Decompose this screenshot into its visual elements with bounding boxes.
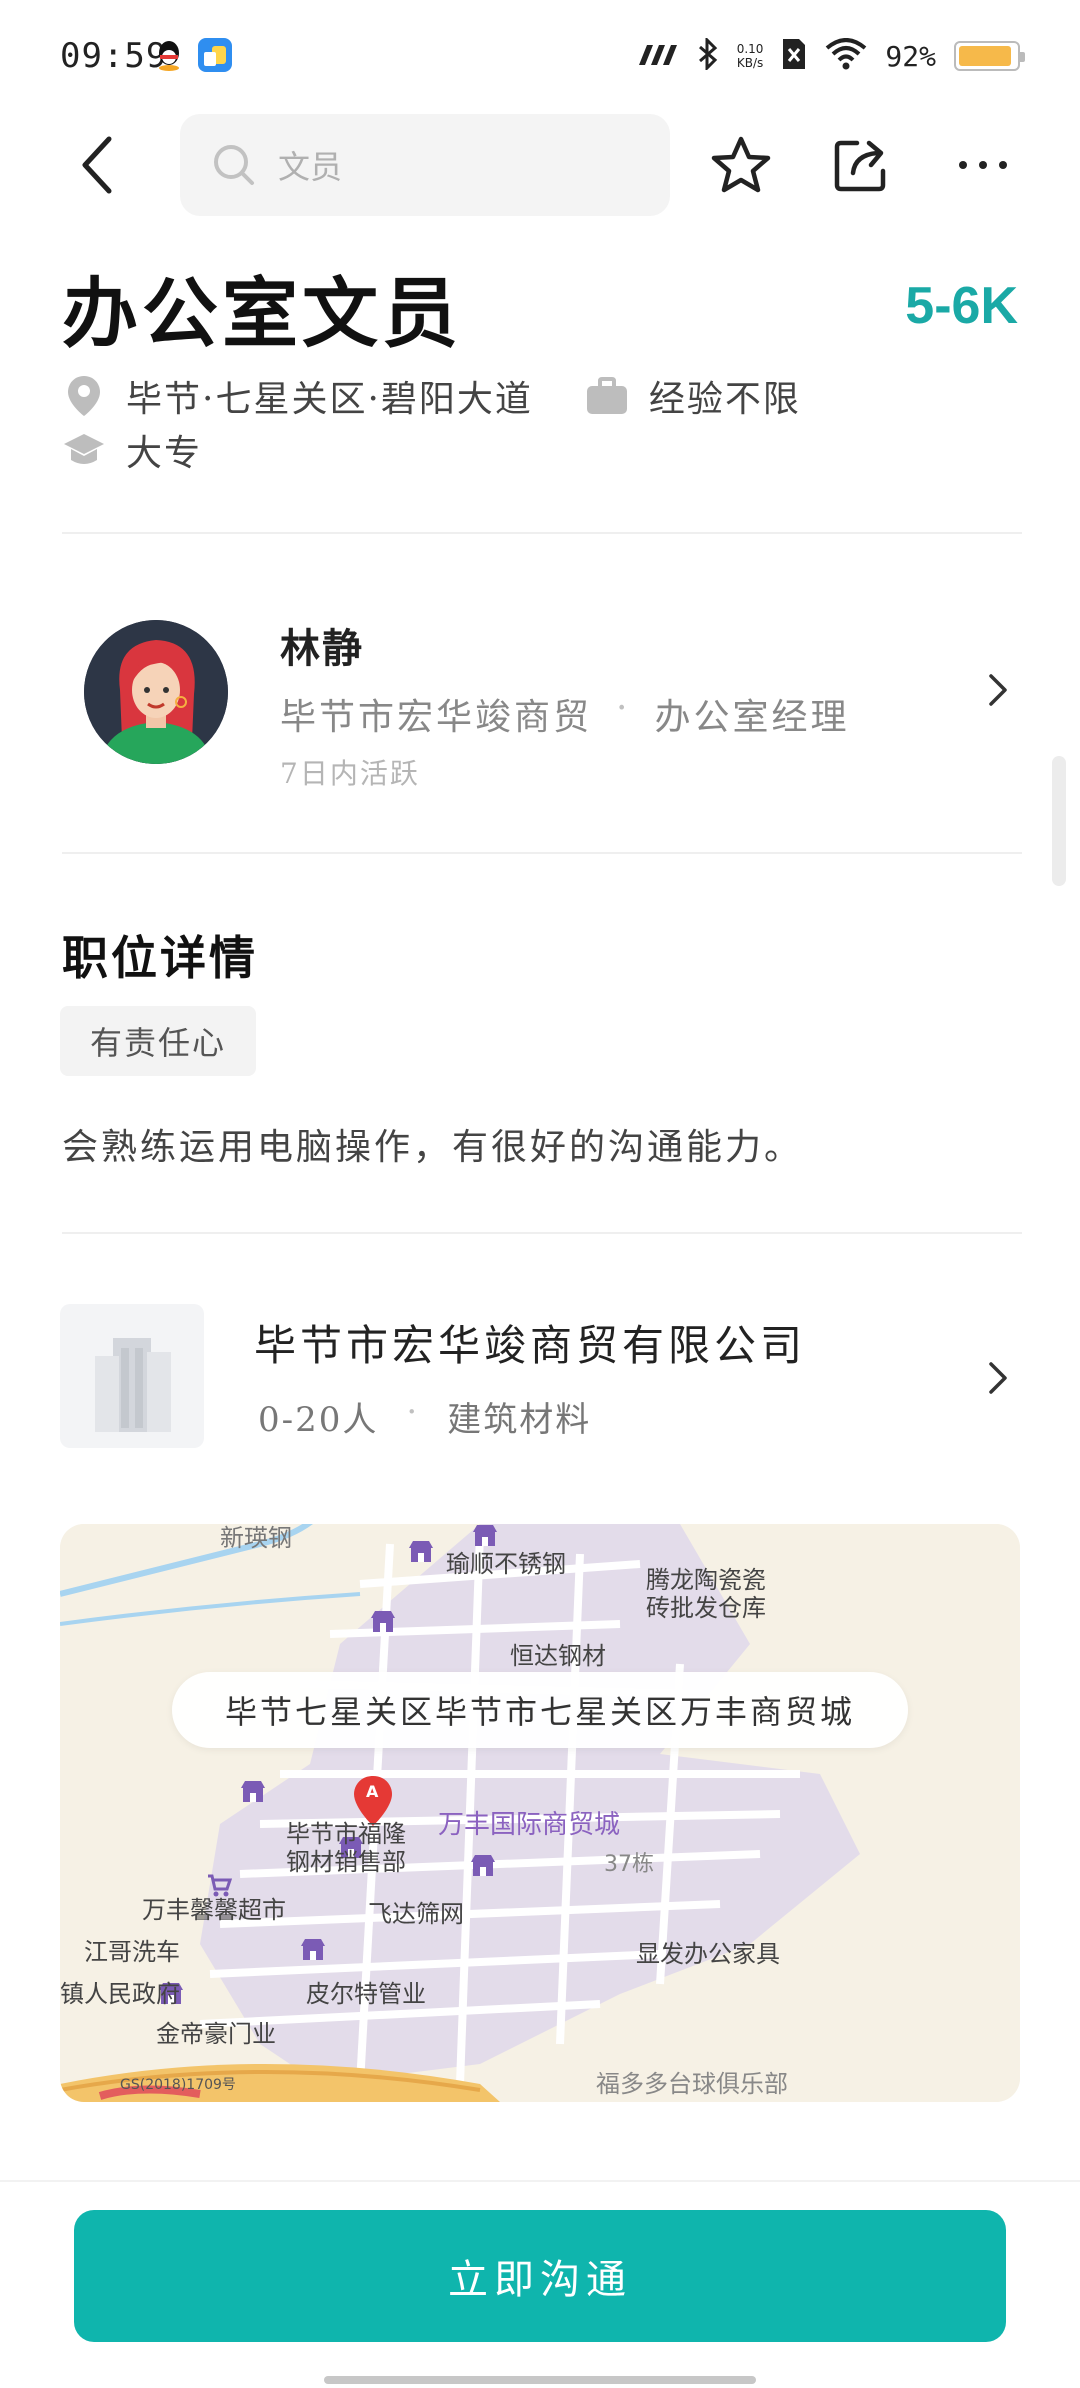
- battery-fill: [959, 46, 1011, 66]
- back-button[interactable]: [62, 130, 132, 200]
- map-label: 砖批发仓库: [646, 1594, 766, 1622]
- chevron-right-icon: [978, 1358, 1018, 1398]
- home-indicator[interactable]: [324, 2376, 756, 2384]
- star-icon: [711, 136, 771, 193]
- map-label: 福多多台球俱乐部: [596, 2070, 788, 2098]
- search-input[interactable]: 文员: [180, 114, 670, 216]
- battery-icon: [954, 41, 1025, 71]
- map-label: 皮尔特管业: [306, 1980, 426, 2008]
- map-label: 飞达筛网: [368, 1900, 464, 1928]
- share-button[interactable]: [826, 130, 896, 200]
- company-size: 0-20人: [258, 1400, 379, 1440]
- divider: [62, 1232, 1022, 1234]
- bluetooth-icon: [697, 36, 719, 74]
- map-label: 新瑛钢: [220, 1524, 292, 1552]
- share-icon: [834, 140, 886, 192]
- job-education-row: 大专: [62, 424, 202, 476]
- shop-icon: [241, 1781, 265, 1802]
- graduation-cap-icon: [62, 428, 106, 472]
- briefcase-icon: [585, 374, 629, 418]
- search-icon: [214, 145, 254, 185]
- divider: [62, 532, 1022, 534]
- shop-icon: [471, 1855, 495, 1876]
- recruiter-active-status: 7日内活跃: [280, 757, 420, 790]
- job-details-title: 职位详情: [62, 931, 258, 985]
- recruiter-company: 毕节市宏华竣商贸: [280, 697, 593, 738]
- job-location: 毕节·七星关区·碧阳大道: [126, 379, 533, 420]
- recruiter-name: 林静: [280, 625, 364, 672]
- separator-dot: ·: [406, 1392, 420, 1432]
- network-speed: 0.10 KB/s: [737, 42, 764, 70]
- job-title: 办公室文员: [62, 269, 462, 358]
- qq-icon: [152, 38, 186, 72]
- map-label: 金帝豪门业: [156, 2020, 276, 2048]
- map-label: 37栋: [604, 1852, 654, 1877]
- back-icon: [82, 136, 112, 194]
- map-label: 瑜顺不锈钢: [446, 1550, 566, 1578]
- more-button[interactable]: [948, 130, 1018, 200]
- chevron-right-icon: [978, 670, 1018, 710]
- network-speed-value: 0.10: [736, 42, 764, 56]
- map-label: 钢材销售部: [286, 1848, 406, 1876]
- favorite-button[interactable]: [706, 130, 776, 200]
- signal-5g-icon: [637, 41, 679, 71]
- map-label: 万丰国际商贸城: [438, 1810, 621, 1840]
- divider: [62, 852, 1022, 854]
- salary: 5-6K: [905, 277, 1018, 335]
- map-label: 显发办公家具: [636, 1940, 780, 1968]
- company-meta: 0-20人 · 建筑材料: [258, 1392, 591, 1441]
- map-marker-label: A: [366, 1782, 379, 1801]
- map-copyright: GS(2018)1709号: [120, 2077, 236, 2093]
- wifi-icon: [825, 38, 867, 74]
- chat-now-button[interactable]: 立即沟通: [74, 2210, 1006, 2342]
- location-map[interactable]: 新瑛钢 瑜顺不锈钢 腾龙陶瓷瓷 砖批发仓库 恒达钢材 万丰国际商贸城 毕节市福隆…: [60, 1524, 1020, 2102]
- search-placeholder: 文员: [278, 148, 343, 186]
- recruiter-position: 办公室经理: [654, 697, 850, 738]
- job-location-row: 毕节·七星关区·碧阳大道 经验不限: [62, 370, 801, 422]
- map-label: 镇人民政府: [60, 1980, 180, 2008]
- job-experience: 经验不限: [648, 379, 801, 420]
- job-education: 大专: [126, 433, 203, 474]
- shop-icon: [409, 1541, 433, 1562]
- top-nav: 文员: [0, 112, 1080, 218]
- skill-tag: 有责任心: [60, 1006, 257, 1076]
- scrollbar[interactable]: [1052, 756, 1066, 886]
- map-label: 江哥洗车: [84, 1938, 180, 1966]
- shop-icon: [301, 1939, 325, 1960]
- building-icon: [95, 1338, 171, 1432]
- company-logo: [60, 1304, 204, 1448]
- job-description: 会熟练运用电脑操作，有很好的沟通能力。: [62, 1127, 804, 1168]
- map-label: 恒达钢材: [510, 1642, 606, 1670]
- location-pin-icon: [62, 374, 106, 418]
- recruiter-info: 毕节市宏华竣商贸 · 办公室经理: [280, 688, 849, 740]
- separator-dot: ·: [616, 688, 631, 729]
- map-address-bubble: 毕节七星关区毕节市七星关区万丰商贸城: [172, 1672, 908, 1748]
- company-name: 毕节市宏华竣商贸有限公司: [254, 1321, 807, 1370]
- avatar: [84, 620, 228, 764]
- status-icons: 0.10 KB/s 92%: [637, 34, 1025, 78]
- company-industry: 建筑材料: [447, 1400, 592, 1440]
- network-speed-unit: KB/s: [736, 56, 764, 70]
- map-label: 万丰馨馨超市: [142, 1896, 286, 1924]
- status-bar: 09:59 0.10 KB/s 92%: [0, 0, 1080, 110]
- app-icon: [198, 38, 232, 72]
- sim-off-icon: [781, 37, 807, 75]
- shop-icon: [371, 1611, 395, 1632]
- battery-percent: 92%: [885, 39, 936, 73]
- more-icon: [959, 161, 1007, 169]
